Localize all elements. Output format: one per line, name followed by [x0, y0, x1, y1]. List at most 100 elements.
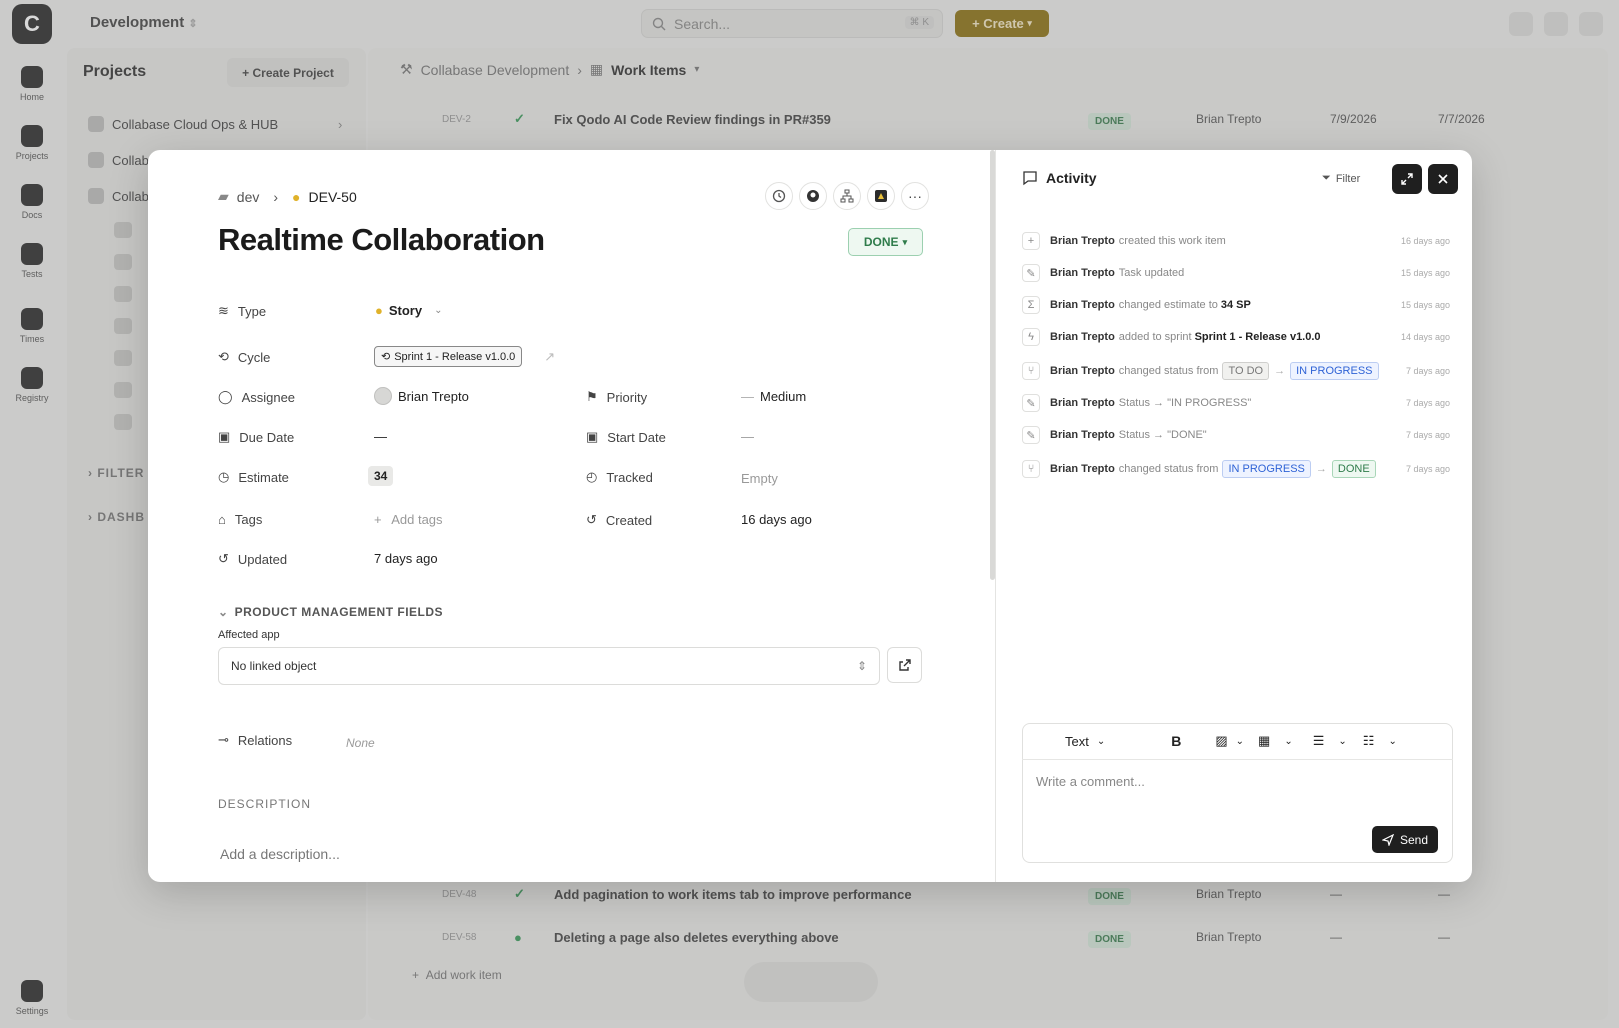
status-chip: DONE [1331, 460, 1376, 478]
pm-section-toggle[interactable]: ⌄ PRODUCT MANAGEMENT FIELDS [218, 605, 443, 619]
chevron-down-icon[interactable]: ⌄ [1388, 736, 1396, 747]
status-chip: IN PROGRESS [1222, 460, 1311, 478]
avatar [374, 387, 392, 405]
cycle-field[interactable]: ⟲ Sprint 1 - Release v1.0.0 ↗ [374, 346, 555, 367]
field-tags-label: ⌂ Tags [218, 512, 263, 527]
comment-input[interactable]: Write a comment... [1036, 774, 1145, 789]
item-breadcrumb: ▰ dev › ● DEV-50 [218, 188, 357, 205]
sprint-chip[interactable]: ⟲ Sprint 1 - Release v1.0.0 [374, 346, 523, 367]
start-date-field[interactable]: — [741, 429, 754, 444]
story-icon: ● [292, 188, 301, 205]
arrow-right-icon: → [1315, 463, 1327, 475]
chevron-right-icon: › [273, 188, 279, 205]
estimate-field[interactable]: 34 [368, 466, 394, 486]
calendar-icon: ▣ [586, 429, 599, 444]
activity-entry: ✎ Brian Trepto Status → "IN PROGRESS" 7 … [1022, 392, 1450, 414]
activity-entry: ✎ Brian Trepto Status → "DONE" 7 days ag… [1022, 424, 1450, 446]
breadcrumb-project-key[interactable]: dev [237, 189, 260, 205]
add-tags-button[interactable]: + Add tags [374, 512, 443, 527]
close-icon [1438, 174, 1448, 184]
cycle-icon: ⟲ [218, 349, 229, 364]
text-style-dropdown[interactable]: Text ⌄ [1065, 734, 1105, 749]
layers-icon: ≋ [218, 303, 229, 318]
drive-icon[interactable] [867, 182, 895, 210]
hierarchy-icon[interactable] [833, 182, 861, 210]
description-header: DESCRIPTION [218, 797, 312, 811]
external-link-icon [898, 659, 911, 671]
chevron-down-icon: ⌄ [218, 605, 229, 619]
pencil-icon: ✎ [1022, 394, 1040, 412]
filter-button[interactable]: ⏷ Filter [1322, 172, 1360, 185]
expand-button[interactable] [1392, 164, 1422, 194]
chevron-down-icon: ⌄ [434, 305, 443, 316]
relations-value[interactable]: None [346, 736, 375, 750]
chevron-down-icon: ▾ [902, 236, 908, 247]
affected-app-label: Affected app [218, 629, 280, 641]
tracked-field[interactable]: Empty [741, 471, 778, 486]
history-icon: ↺ [218, 551, 229, 566]
chevron-down-icon[interactable]: ⌄ [1284, 736, 1292, 747]
table-icon[interactable]: ▦ [1258, 733, 1270, 749]
link-icon: ⊸ [218, 732, 229, 747]
activity-entry: Σ Brian Trepto changed estimate to 34 SP… [1022, 294, 1450, 316]
external-link-icon[interactable]: ↗ [544, 349, 555, 365]
lightbulb-icon: ● [375, 303, 383, 318]
close-button[interactable] [1428, 164, 1458, 194]
filter-icon: ⏷ [1322, 172, 1331, 184]
description-input[interactable]: Add a description... [220, 846, 340, 862]
arrow-right-icon: → [1274, 365, 1286, 377]
field-estimate-label: ◷ Estimate [218, 469, 289, 485]
open-external-button[interactable] [887, 647, 922, 683]
chevron-down-icon[interactable]: ⌄ [1236, 736, 1244, 747]
field-type-label: ≋ Type [218, 303, 267, 319]
numbered-list-icon[interactable]: ☷ [1363, 733, 1375, 749]
field-start-label: ▣ Start Date [586, 429, 666, 445]
chevron-down-icon: ⌄ [1096, 735, 1106, 747]
pencil-icon: ✎ [1022, 426, 1040, 444]
priority-medium-icon: — [741, 389, 754, 404]
bolt-icon: ϟ [1022, 328, 1040, 346]
field-assignee-label: ◯ Assignee [218, 389, 296, 405]
composer-toolbar: Text ⌄ B ▨ ⌄ ▦ ⌄ ☰ ⌄ ☷ ⌄ [1022, 723, 1453, 760]
type-dropdown[interactable]: ● Story ⌄ [375, 303, 442, 318]
assignee-field[interactable]: Brian Trepto [374, 387, 469, 405]
pencil-icon: ✎ [1022, 264, 1040, 282]
status-chip: TO DO [1222, 362, 1270, 380]
history-icon[interactable] [765, 182, 793, 210]
field-priority-label: ⚑ Priority [586, 389, 648, 405]
tag-icon: ⌂ [218, 512, 226, 527]
relations-label: ⊸ Relations [218, 732, 293, 748]
bold-icon[interactable]: B [1171, 733, 1181, 749]
field-due-label: ▣ Due Date [218, 429, 295, 445]
created-value: 16 days ago [741, 512, 812, 527]
send-button[interactable]: Send [1372, 826, 1438, 853]
flow-icon: ⑂ [1022, 460, 1040, 478]
due-date-field[interactable]: — [374, 429, 387, 444]
status-chip: IN PROGRESS [1290, 362, 1379, 380]
status-dropdown[interactable]: DONE ▾ [848, 228, 923, 256]
chevron-down-icon[interactable]: ⌄ [1338, 736, 1346, 747]
activity-entry: + Brian Trepto created this work item 16… [1022, 230, 1450, 252]
activity-header: Activity [1022, 170, 1097, 186]
item-key[interactable]: DEV-50 [309, 189, 357, 205]
sigma-icon: Σ [1022, 296, 1040, 314]
cycle-icon: ⟲ [381, 351, 391, 363]
more-icon[interactable]: ··· [901, 182, 929, 210]
priority-field[interactable]: — Medium [741, 389, 806, 404]
affected-app-select[interactable]: No linked object ⇕ [218, 647, 880, 685]
image-icon[interactable]: ▨ [1215, 733, 1227, 749]
activity-entry: ϟ Brian Trepto added to sprint Sprint 1 … [1022, 326, 1450, 348]
field-updated-label: ↺ Updated [218, 551, 288, 567]
field-cycle-label: ⟲ Cycle [218, 349, 271, 365]
field-created-label: ↺ Created [586, 512, 653, 528]
activity-entry: ⑂ Brian Trepto changed status from TO DO… [1022, 360, 1450, 382]
plus-icon: + [1022, 232, 1040, 250]
clock-icon: ◷ [218, 469, 230, 484]
project-icon: ▰ [218, 188, 229, 204]
history-icon: ↺ [586, 512, 597, 527]
field-tracked-label: ◴ Tracked [586, 469, 653, 485]
bullet-list-icon[interactable]: ☰ [1313, 733, 1325, 749]
expand-icon [1401, 173, 1413, 185]
item-title[interactable]: Realtime Collaboration [218, 222, 545, 258]
github-icon[interactable] [799, 182, 827, 210]
